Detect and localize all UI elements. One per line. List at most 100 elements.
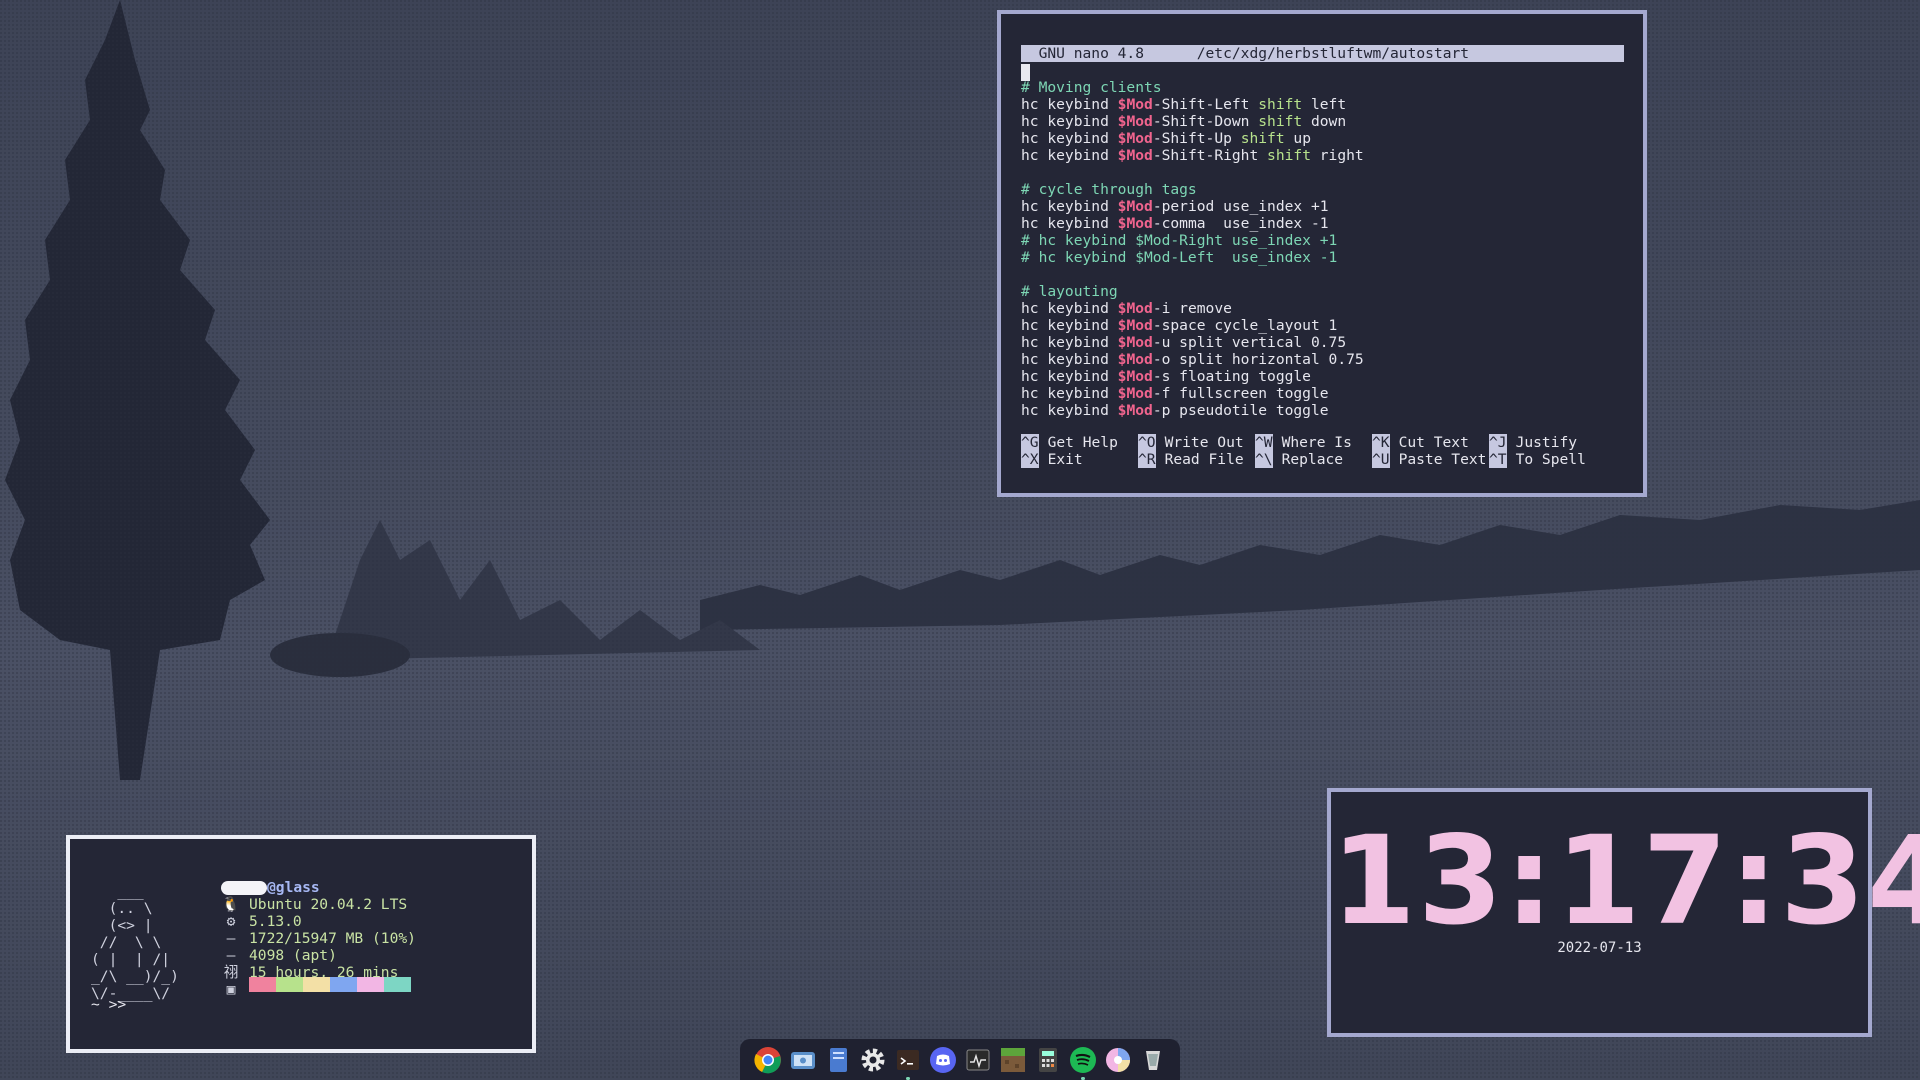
linux-penguin-icon: 🐧 xyxy=(221,896,241,913)
color-swatch xyxy=(303,977,330,992)
code-kw: shift xyxy=(1240,130,1285,147)
code-line[interactable]: hc keybind $Mod-f fullscreen toggle xyxy=(1021,385,1364,402)
code-text: -Shift-Left xyxy=(1152,96,1259,113)
code-text: -Shift-Right xyxy=(1152,147,1268,164)
clock-widget: 13:17:34 2022-07-13 xyxy=(1327,788,1920,1037)
spotify-icon[interactable] xyxy=(1069,1046,1097,1080)
shortcut-item: ^T To Spell xyxy=(1489,451,1586,468)
code-line[interactable]: hc keybind $Mod-u split vertical 0.75 xyxy=(1021,334,1364,351)
code-var: $Mod xyxy=(1117,96,1153,113)
code-text: hc keybind xyxy=(1021,334,1118,351)
shortcut-key: ^X xyxy=(1021,451,1039,468)
calculator-icon[interactable] xyxy=(1034,1046,1062,1074)
files-icon[interactable] xyxy=(824,1046,852,1074)
code-var: $Mod xyxy=(1117,368,1153,385)
settings-gear-icon[interactable] xyxy=(859,1046,887,1074)
code-line[interactable]: # Moving clients xyxy=(1021,79,1364,96)
system-info-value: 5.13.0 xyxy=(249,913,302,930)
code-line[interactable]: # hc keybind $Mod-Right use_index +1 xyxy=(1021,232,1364,249)
code-line[interactable]: # cycle through tags xyxy=(1021,181,1364,198)
kernel-gear-icon: ⚙ xyxy=(226,913,236,930)
shell-prompt[interactable]: ~ >> xyxy=(91,996,126,1013)
shortcut-key: ^R xyxy=(1138,451,1156,468)
code-line[interactable] xyxy=(1021,266,1364,283)
color-swatch xyxy=(357,977,384,992)
shortcut-key: ^T xyxy=(1489,451,1507,468)
minecraft-icon[interactable] xyxy=(999,1046,1027,1074)
code-line[interactable]: hc keybind $Mod-i remove xyxy=(1021,300,1364,317)
code-text: up xyxy=(1284,130,1311,147)
code-text: hc keybind xyxy=(1021,96,1118,113)
code-line[interactable]: hc keybind $Mod-p pseudotile toggle xyxy=(1021,402,1364,419)
code-line[interactable]: hc keybind $Mod-Shift-Up shift up xyxy=(1021,130,1364,147)
code-text: -Shift-Up xyxy=(1152,130,1241,147)
system-monitor-icon[interactable] xyxy=(964,1046,992,1074)
discord-icon[interactable] xyxy=(929,1046,957,1074)
code-text: -u split vertical 0.75 xyxy=(1152,334,1347,351)
system-info-row: ⚙ 5.13.0 xyxy=(221,913,416,930)
code-text: hc keybind xyxy=(1021,300,1118,317)
fetch-terminal-window[interactable]: ___ (.. \ (<> | // \ \ ( | | /| _/\ __)/… xyxy=(66,835,536,1053)
code-kw: shift xyxy=(1258,113,1303,130)
code-text: hc keybind xyxy=(1021,198,1118,215)
code-comment: # hc keybind $Mod-Left use_index -1 xyxy=(1021,249,1338,266)
code-line[interactable] xyxy=(1021,164,1364,181)
system-info-value: 1722/15947 MB (10%) xyxy=(249,930,416,947)
shortcut-key: ^J xyxy=(1489,434,1507,451)
shortcut-label: To Spell xyxy=(1515,451,1586,468)
color-swatch xyxy=(249,977,276,992)
code-var: $Mod xyxy=(1117,402,1153,419)
code-text: -p pseudotile toggle xyxy=(1152,402,1329,419)
nano-title-bar: GNU nano 4.8 /etc/xdg/herbstluftwm/autos… xyxy=(1021,45,1624,62)
code-text: -space cycle_layout 1 xyxy=(1152,317,1338,334)
code-line[interactable]: hc keybind $Mod-Shift-Down shift down xyxy=(1021,113,1364,130)
code-line[interactable]: # layouting xyxy=(1021,283,1364,300)
shortcut-key: ^K xyxy=(1372,434,1390,451)
nano-editor-content[interactable]: # Moving clients hc keybind $Mod-Shift-Le… xyxy=(1021,79,1364,419)
code-line[interactable]: hc keybind $Mod-Shift-Left shift left xyxy=(1021,96,1364,113)
redacted-username xyxy=(221,881,267,895)
code-var: $Mod xyxy=(1117,215,1153,232)
code-comment: # cycle through tags xyxy=(1021,181,1197,198)
code-line[interactable]: hc keybind $Mod-o split horizontal 0.75 xyxy=(1021,351,1364,368)
code-line[interactable]: hc keybind $Mod-space cycle_layout 1 xyxy=(1021,317,1364,334)
palette-icon: ▣ xyxy=(226,981,236,998)
shortcut-label: Replace xyxy=(1281,451,1344,468)
screenshot-icon[interactable] xyxy=(789,1046,817,1074)
code-text: hc keybind xyxy=(1021,113,1118,130)
chrome-icon[interactable] xyxy=(753,1046,782,1074)
system-info-row: — 1722/15947 MB (10%) xyxy=(221,930,416,947)
user-host-line: @glass xyxy=(221,879,320,896)
code-comment: # layouting xyxy=(1021,283,1118,300)
terminal-icon[interactable] xyxy=(894,1046,922,1080)
code-line[interactable]: hc keybind $Mod-comma use_index -1 xyxy=(1021,215,1364,232)
code-kw: shift xyxy=(1258,96,1303,113)
app-dock xyxy=(740,1039,1180,1080)
shortcut-key: ^W xyxy=(1255,434,1273,451)
color-swatch xyxy=(276,977,303,992)
shortcut-item: ^W Where Is xyxy=(1255,434,1352,451)
code-text: -s floating toggle xyxy=(1152,368,1311,385)
code-comment: # hc keybind $Mod-Right use_index +1 xyxy=(1021,232,1338,249)
code-line[interactable]: hc keybind $Mod-Shift-Right shift right xyxy=(1021,147,1364,164)
shortcut-label: Paste Text xyxy=(1398,451,1487,468)
code-line[interactable]: hc keybind $Mod-s floating toggle xyxy=(1021,368,1364,385)
shortcut-key: ^O xyxy=(1138,434,1156,451)
color-swatch xyxy=(384,977,411,992)
shortcut-item: ^K Cut Text xyxy=(1372,434,1469,451)
code-line[interactable]: hc keybind $Mod-period use_index +1 xyxy=(1021,198,1364,215)
cup-icon[interactable] xyxy=(1139,1046,1167,1074)
nano-editor-window[interactable]: GNU nano 4.8 /etc/xdg/herbstluftwm/autos… xyxy=(997,10,1647,497)
code-text: -period use_index +1 xyxy=(1152,198,1329,215)
color-picker-icon[interactable] xyxy=(1104,1046,1132,1074)
code-text: hc keybind xyxy=(1021,385,1118,402)
code-var: $Mod xyxy=(1117,198,1153,215)
code-var: $Mod xyxy=(1117,113,1153,130)
code-var: $Mod xyxy=(1117,351,1153,368)
shortcut-label: Get Help xyxy=(1047,434,1118,451)
code-line[interactable]: # hc keybind $Mod-Left use_index -1 xyxy=(1021,249,1364,266)
packages-icon: — xyxy=(226,947,236,964)
shortcut-key: ^G xyxy=(1021,434,1039,451)
shortcut-item: ^O Write Out xyxy=(1138,434,1244,451)
code-text: hc keybind xyxy=(1021,402,1118,419)
